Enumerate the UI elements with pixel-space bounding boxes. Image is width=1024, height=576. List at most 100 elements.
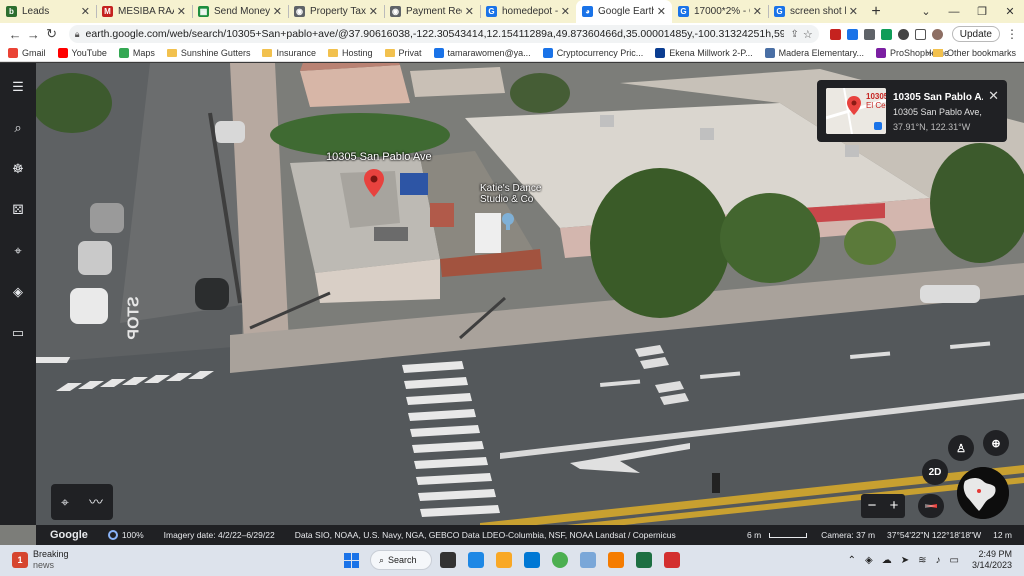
- file-explorer-icon[interactable]: [496, 552, 512, 568]
- bookmark-0[interactable]: Gmail: [8, 48, 46, 58]
- cart-extension-icon[interactable]: [863, 28, 875, 40]
- clock[interactable]: 2:49 PM 3/14/2023: [972, 549, 1012, 571]
- tab-3[interactable]: ◉ Property Tax Bi✕: [288, 0, 384, 23]
- taskbar-search[interactable]: ⌕ Search: [370, 550, 432, 570]
- bookmark-1[interactable]: YouTube: [57, 48, 107, 58]
- excel-icon[interactable]: [636, 552, 652, 568]
- bookmark-4[interactable]: Insurance: [262, 48, 316, 58]
- profile-avatar[interactable]: [931, 28, 943, 40]
- news-badge: 1: [12, 552, 28, 568]
- extension-icon[interactable]: [846, 28, 858, 40]
- tab-search-icon[interactable]: ⌄: [912, 5, 940, 18]
- close-window-button[interactable]: ✕: [996, 5, 1024, 18]
- volume-icon[interactable]: ♪: [936, 555, 941, 566]
- zoom-out-button[interactable]: −: [861, 494, 883, 518]
- place-card[interactable]: 10305 El Ce 10305 San Pablo A... 10305 S…: [817, 80, 1007, 142]
- grammar-extension-icon[interactable]: [880, 28, 892, 40]
- data-attribution[interactable]: Data SIO, NOAA, U.S. Navy, NGA, GEBCO Da…: [295, 530, 676, 540]
- tab-close-icon[interactable]: ✕: [273, 5, 282, 18]
- address-bar[interactable]: 🔒︎ earth.google.com/web/search/10305+San…: [68, 25, 819, 43]
- tab-label: Payment Recei: [406, 6, 462, 17]
- tab-1[interactable]: M MESIBA RAA -✕: [96, 0, 192, 23]
- photos-icon[interactable]: [580, 552, 596, 568]
- tab-5[interactable]: Ghomedepot - G✕: [480, 0, 576, 23]
- tab-close-icon[interactable]: ✕: [465, 5, 474, 18]
- tab-close-icon[interactable]: ✕: [177, 5, 186, 18]
- search-icon[interactable]: ⌕: [8, 118, 28, 138]
- feeling-lucky-icon[interactable]: ⚄: [8, 200, 28, 220]
- app-r-icon[interactable]: [608, 552, 624, 568]
- edge-icon[interactable]: [468, 552, 484, 568]
- pegman-icon[interactable]: ♙: [948, 435, 974, 461]
- wifi-icon[interactable]: ≋: [918, 555, 926, 566]
- forward-button[interactable]: →: [24, 27, 42, 42]
- tab-6[interactable]: ◕ Google Earth ✕: [576, 0, 672, 23]
- bookmark-2[interactable]: Maps: [118, 48, 155, 58]
- url-text[interactable]: earth.google.com/web/search/10305+San+pa…: [86, 28, 785, 40]
- bookmark-star-icon[interactable]: ☆: [803, 28, 813, 41]
- tab-close-icon[interactable]: ✕: [849, 5, 858, 18]
- path-icon[interactable]: 〰: [89, 492, 103, 512]
- puzzle-icon[interactable]: [897, 28, 909, 40]
- minimize-button[interactable]: —: [940, 6, 968, 18]
- tab-close-icon[interactable]: ✕: [369, 5, 378, 18]
- zoom-in-button[interactable]: +: [883, 494, 905, 518]
- map-style-icon[interactable]: ◈: [8, 282, 28, 302]
- bookmark-3[interactable]: Sunshine Gutters: [166, 48, 250, 58]
- new-tab-button[interactable]: +: [864, 3, 888, 21]
- bookmark-5[interactable]: Hosting: [327, 48, 373, 58]
- tab-close-icon[interactable]: ✕: [81, 5, 90, 18]
- battery-icon[interactable]: ▭: [950, 555, 959, 566]
- tab-0[interactable]: b Leads ✕: [0, 0, 96, 23]
- tab-label: Send Money w: [214, 6, 270, 17]
- sidepanel-icon[interactable]: [914, 28, 926, 40]
- tab-7[interactable]: G 17000*2% - Go✕: [672, 0, 768, 23]
- acrobat-icon[interactable]: [664, 552, 680, 568]
- tab-8[interactable]: Gscreen shot hp✕: [768, 0, 864, 23]
- store-icon[interactable]: [524, 552, 540, 568]
- update-button[interactable]: Update: [951, 26, 1000, 42]
- reload-button[interactable]: ↻: [43, 26, 61, 42]
- tray-app-icon[interactable]: ◈: [865, 555, 873, 566]
- maximize-button[interactable]: ❐: [968, 5, 996, 18]
- menu-icon[interactable]: ☰: [8, 77, 28, 97]
- share-icon[interactable]: ⇪: [790, 29, 798, 40]
- globe-minimap[interactable]: [957, 467, 1009, 519]
- lock-icon[interactable]: 🔒︎: [75, 29, 80, 40]
- address-label[interactable]: 10305 San Pablo Ave: [326, 151, 432, 163]
- tray-cloud-icon[interactable]: ☁: [882, 555, 892, 566]
- business-label[interactable]: Katie's Dance Studio & Co: [480, 183, 544, 205]
- voyager-icon[interactable]: ☸: [8, 159, 28, 179]
- close-icon[interactable]: ✕: [988, 88, 999, 104]
- my-location-icon[interactable]: ⊕: [983, 430, 1009, 456]
- bookmark-10[interactable]: Madera Elementary...: [764, 48, 864, 58]
- tab-2[interactable]: ▦ Send Money w✕: [192, 0, 288, 23]
- more-menu-icon[interactable]: ⋮: [1006, 27, 1018, 41]
- pdf-extension-icon[interactable]: [829, 28, 841, 40]
- compass-icon[interactable]: [918, 494, 944, 518]
- task-view-icon[interactable]: [440, 552, 456, 568]
- tab-4[interactable]: ◉ Payment Recei✕: [384, 0, 480, 23]
- chrome-icon[interactable]: [552, 552, 568, 568]
- bookmark-7[interactable]: tamarawomen@ya...: [433, 48, 531, 58]
- tab-close-icon[interactable]: ✕: [561, 5, 570, 18]
- place-thumbnail[interactable]: 10305 El Ce: [826, 88, 886, 134]
- tray-send-icon[interactable]: ➤: [901, 555, 909, 566]
- placemark-icon[interactable]: ⌖: [61, 494, 69, 511]
- place-address: 10305 San Pablo Ave, ...: [893, 107, 985, 117]
- back-button[interactable]: ←: [6, 27, 24, 42]
- bookmark-8[interactable]: Cryptocurrency Pric...: [542, 48, 643, 58]
- measure-icon[interactable]: ▭: [8, 323, 28, 343]
- tab-close-icon[interactable]: ✕: [657, 5, 666, 18]
- bookmark-6[interactable]: Privat: [384, 48, 422, 58]
- start-button[interactable]: [344, 553, 359, 568]
- bookmark-9[interactable]: Ekena Millwork 2-P...: [655, 48, 753, 58]
- projects-icon[interactable]: ⌖: [8, 241, 28, 261]
- compass-needle-icon: [925, 504, 937, 508]
- tab-close-icon[interactable]: ✕: [753, 5, 762, 18]
- other-bookmarks[interactable]: Other bookmarks: [932, 48, 1016, 58]
- view-mode-2d-button[interactable]: 2D: [922, 459, 948, 485]
- bookmarks-overflow-button[interactable]: »: [926, 48, 932, 59]
- overflow-chevron-icon[interactable]: ⌃: [848, 555, 856, 566]
- news-widget[interactable]: 1 Breaking news: [12, 549, 69, 571]
